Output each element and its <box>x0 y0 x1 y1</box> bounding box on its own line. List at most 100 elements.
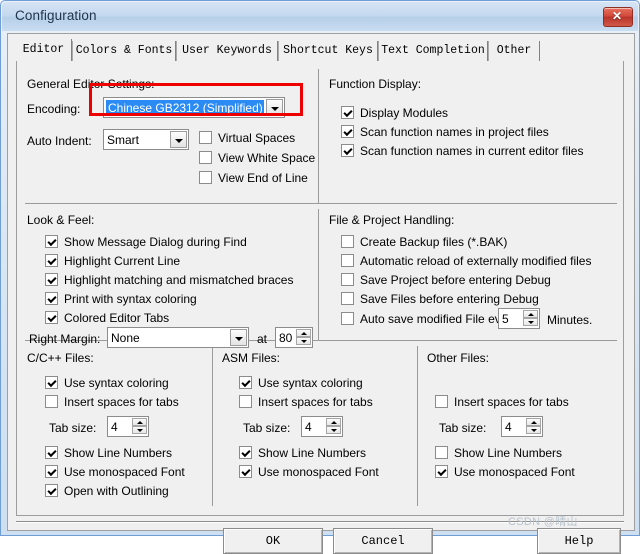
checkbox-view-end-of-line[interactable] <box>199 171 212 184</box>
checkbox-c-show-line-numbers[interactable] <box>45 446 58 459</box>
checkbox-other-use-monospaced-font[interactable] <box>435 465 448 478</box>
encoding-label: Encoding: <box>27 102 81 116</box>
checkbox-asm-insert-spaces[interactable] <box>239 395 252 408</box>
chevron-down-icon <box>271 107 279 111</box>
c-tab-size-spin-buttons[interactable] <box>132 418 147 435</box>
tab-editor[interactable]: Editor <box>16 39 72 62</box>
chevron-down-icon <box>235 337 243 341</box>
c-tab-size-spinner[interactable]: 4 <box>107 416 149 437</box>
spinner-down-icon[interactable] <box>526 426 541 434</box>
checkbox-highlight-braces[interactable] <box>45 273 58 286</box>
auto-indent-combo-value: Smart <box>107 133 140 147</box>
checkbox-label-other-use-monospaced-font: Use monospaced Font <box>454 465 575 479</box>
checkbox-asm-show-line-numbers[interactable] <box>239 446 252 459</box>
other-tab-size-value: 4 <box>505 420 512 434</box>
checkbox-label-highlight-braces: Highlight matching and mismatched braces <box>64 273 294 287</box>
asm-tab-size-value: 4 <box>305 420 312 434</box>
right-margin-label: Right Margin: <box>29 332 101 346</box>
encoding-combo-value: Chinese GB2312 (Simplified) <box>106 100 264 116</box>
spinner-down-icon[interactable] <box>523 318 538 326</box>
asm-tab-size-spinner[interactable]: 4 <box>301 416 343 437</box>
checkbox-show-message-dialog[interactable] <box>45 235 58 248</box>
checkbox-label-c-use-syntax-coloring: Use syntax coloring <box>64 376 169 390</box>
checkbox-c-use-monospaced-font[interactable] <box>45 465 58 478</box>
tab-colors-fonts[interactable]: Colors & Fonts <box>72 41 176 61</box>
checkbox-c-insert-spaces[interactable] <box>45 395 58 408</box>
checkbox-label-asm-use-syntax-coloring: Use syntax coloring <box>258 376 363 390</box>
checkbox-other-show-line-numbers[interactable] <box>435 446 448 459</box>
checkbox-label-asm-show-line-numbers: Show Line Numbers <box>258 446 367 460</box>
spinner-up-icon[interactable] <box>132 418 147 426</box>
close-icon: ✕ <box>611 9 623 23</box>
checkbox-label-view-end-of-line: View End of Line <box>218 171 308 185</box>
tab-text-completion[interactable]: Text Completion <box>378 41 488 61</box>
checkbox-scan-project-files[interactable] <box>341 125 354 138</box>
checkbox-label-auto-save: Auto save modified File every <box>360 312 518 326</box>
checkbox-scan-editor-files[interactable] <box>341 144 354 157</box>
window-title: Configuration <box>15 8 97 23</box>
checkbox-c-open-with-outlining[interactable] <box>45 484 58 497</box>
checkbox-asm-use-syntax-coloring[interactable] <box>239 376 252 389</box>
c-tab-size-value: 4 <box>111 420 118 434</box>
encoding-combo-arrow[interactable] <box>266 99 283 116</box>
checkbox-print-syntax-coloring[interactable] <box>45 292 58 305</box>
autosave-minutes-spinner[interactable]: 5 <box>498 308 540 329</box>
checkbox-label-save-files-debug: Save Files before entering Debug <box>360 292 539 306</box>
checkbox-highlight-current-line[interactable] <box>45 254 58 267</box>
checkbox-auto-reload[interactable] <box>341 254 354 267</box>
general-editor-settings-title: General Editor Settings: <box>27 77 155 91</box>
spinner-down-icon[interactable] <box>326 426 341 434</box>
dialog-client-area: Editor Colors & Fonts User Keywords Shor… <box>7 33 635 554</box>
spinner-up-icon[interactable] <box>523 310 538 318</box>
right-margin-combo[interactable]: None <box>107 327 249 348</box>
encoding-combo[interactable]: Chinese GB2312 (Simplified) <box>103 97 285 118</box>
checkbox-label-virtual-spaces: Virtual Spaces <box>218 131 296 145</box>
checkbox-virtual-spaces[interactable] <box>199 131 212 144</box>
ok-button[interactable]: OK <box>223 528 323 554</box>
cancel-button[interactable]: Cancel <box>333 528 433 554</box>
spinner-up-icon[interactable] <box>526 418 541 426</box>
checkbox-label-display-modules: Display Modules <box>360 106 449 120</box>
tab-strip: Editor Colors & Fonts User Keywords Shor… <box>16 39 624 62</box>
file-project-handling-title: File & Project Handling: <box>329 213 455 227</box>
title-bar[interactable]: Configuration ✕ <box>2 2 638 31</box>
help-button[interactable]: Help <box>537 528 621 554</box>
spinner-up-icon[interactable] <box>296 329 311 337</box>
auto-indent-combo-arrow[interactable] <box>170 131 187 148</box>
autosave-spin-buttons[interactable] <box>523 310 538 327</box>
checkbox-save-files-debug[interactable] <box>341 292 354 305</box>
c-files-title: C/C++ Files: <box>27 351 94 365</box>
right-margin-at-spin-buttons[interactable] <box>296 329 311 346</box>
right-margin-combo-value: None <box>111 331 140 345</box>
checkbox-c-use-syntax-coloring[interactable] <box>45 376 58 389</box>
checkbox-asm-use-monospaced-font[interactable] <box>239 465 252 478</box>
checkbox-label-save-project-debug: Save Project before entering Debug <box>360 273 551 287</box>
tab-other[interactable]: Other <box>488 41 540 61</box>
checkbox-auto-save[interactable] <box>341 312 354 325</box>
other-tab-size-spin-buttons[interactable] <box>526 418 541 435</box>
right-margin-at-label: at <box>257 332 268 346</box>
checkbox-create-backup[interactable] <box>341 235 354 248</box>
right-margin-combo-arrow[interactable] <box>230 329 247 346</box>
look-and-feel-title: Look & Feel: <box>27 213 95 227</box>
tab-shortcut-keys[interactable]: Shortcut Keys <box>278 41 378 61</box>
checkbox-label-c-open-with-outlining: Open with Outlining <box>64 484 169 498</box>
checkbox-view-white-space[interactable] <box>199 151 212 164</box>
checkbox-save-project-debug[interactable] <box>341 273 354 286</box>
checkbox-colored-editor-tabs[interactable] <box>45 311 58 324</box>
auto-indent-combo[interactable]: Smart <box>103 129 189 150</box>
auto-indent-label: Auto Indent: <box>27 134 92 148</box>
spinner-down-icon[interactable] <box>296 337 311 345</box>
spinner-down-icon[interactable] <box>132 426 147 434</box>
checkbox-other-insert-spaces[interactable] <box>435 395 448 408</box>
other-tab-size-spinner[interactable]: 4 <box>501 416 543 437</box>
tab-user-keywords[interactable]: User Keywords <box>176 41 278 61</box>
checkbox-label-other-insert-spaces: Insert spaces for tabs <box>454 395 569 409</box>
spinner-up-icon[interactable] <box>326 418 341 426</box>
divider-vertical-mid <box>318 209 319 340</box>
checkbox-label-asm-use-monospaced-font: Use monospaced Font <box>258 465 379 479</box>
right-margin-at-spinner[interactable]: 80 <box>275 327 313 348</box>
close-button[interactable]: ✕ <box>603 7 633 27</box>
asm-tab-size-spin-buttons[interactable] <box>326 418 341 435</box>
checkbox-display-modules[interactable] <box>341 106 354 119</box>
